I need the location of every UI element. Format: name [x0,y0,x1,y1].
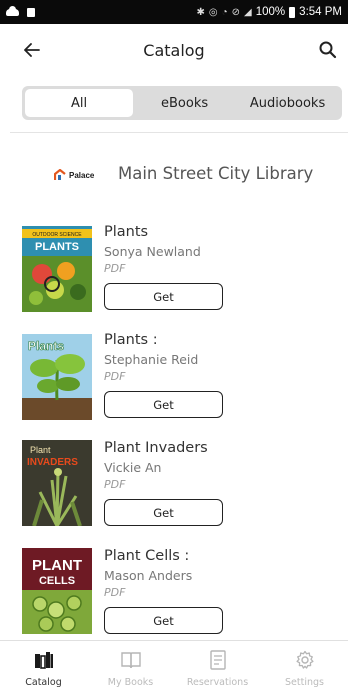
tab-label: Catalog [25,677,62,688]
book-title: Plant Invaders [104,440,208,456]
back-button[interactable] [20,38,44,62]
format-filter: All eBooks Audiobooks [22,86,342,120]
battery-icon [289,6,296,18]
svg-text:OUTDOOR SCIENCE: OUTDOOR SCIENCE [32,232,82,238]
palace-logo-icon [54,169,66,180]
shopping-bag-icon [27,7,35,17]
book-author: Mason Anders [104,568,193,583]
svg-text:Plants: Plants [28,339,64,353]
filter-tab-all[interactable]: All [25,89,134,117]
book-cover[interactable]: PLANT CELLS [22,548,92,634]
palace-logo: Palace [54,169,94,181]
filter-tab-ebooks[interactable]: eBooks [133,89,236,117]
battery-percent: 100% [255,6,286,18]
list-item[interactable]: OUTDOOR SCIENCE PLANTS Plants Sonya Newl… [0,222,348,322]
book-icon [120,652,141,669]
filter-tab-audiobooks[interactable]: Audiobooks [236,89,339,117]
book-cover[interactable]: Plants [22,334,92,420]
list-item[interactable]: Plants Plants : Stephanie Reid PDF Get [0,330,348,430]
book-format: PDF [104,586,126,599]
svg-text:PLANT: PLANT [32,557,82,574]
book-author: Sonya Newland [104,244,201,259]
no-sim-icon: ⊘ [231,6,241,18]
book-cover-art: Plants [22,334,92,420]
catalog-icon [34,652,53,669]
page-title: Catalog [143,40,205,60]
book-format: PDF [104,262,126,275]
book-format: PDF [104,370,126,383]
wifi-icon: ◔ [221,6,228,18]
list-item[interactable]: Plant INVADERS Plant Invaders Vickie An … [0,438,348,538]
alarm-icon: ◎ [208,6,218,18]
tab-label: Settings [285,677,324,688]
library-name: Main Street City Library [118,164,314,183]
book-cover-art: OUTDOOR SCIENCE PLANTS [22,226,92,312]
svg-text:Plant: Plant [30,445,51,455]
tab-label: My Books [107,677,154,688]
book-author: Stephanie Reid [104,352,199,367]
signal-icon: ◢ [244,6,252,18]
reservations-icon [209,650,226,670]
bluetooth-icon: ✱ [196,6,205,18]
arrow-left-icon [24,43,40,57]
get-button[interactable]: Get [104,391,223,418]
palace-logo-text: Palace [69,170,95,180]
status-time: 3:54 PM [299,6,342,18]
search-button[interactable] [316,38,340,62]
list-item[interactable]: PLANT CELLS Plant Cells : Mason Anders P… [0,546,348,646]
get-button[interactable]: Get [104,607,223,634]
book-cover-art: Plant INVADERS [22,440,92,526]
book-cover[interactable]: Plant INVADERS [22,440,92,526]
svg-text:PLANTS: PLANTS [35,241,79,253]
tab-my-books[interactable]: My Books [87,641,174,696]
book-format: PDF [104,478,126,491]
library-header: Palace Main Street City Library [0,158,348,194]
divider [10,132,348,133]
book-cover-art: PLANT CELLS [22,548,92,634]
book-title: Plant Cells : [104,548,190,564]
get-button[interactable]: Get [104,283,223,310]
get-button[interactable]: Get [104,499,223,526]
svg-text:INVADERS: INVADERS [27,457,78,468]
search-icon [319,41,337,59]
book-cover[interactable]: OUTDOOR SCIENCE PLANTS [22,226,92,312]
book-title: Plants [104,224,149,240]
status-bar: ✱ ◎ ◔ ⊘ ◢ 100% 3:54 PM [0,0,348,24]
tab-reservations[interactable]: Reservations [174,641,261,696]
cloud-icon [6,5,19,16]
book-author: Vickie An [104,460,162,475]
gear-icon [295,650,314,669]
tab-catalog[interactable]: Catalog [0,641,87,696]
tab-label: Reservations [186,677,249,688]
tab-settings[interactable]: Settings [261,641,348,696]
book-title: Plants : [104,332,158,348]
app-bar: Catalog [0,24,348,76]
bottom-tab-bar: Catalog My Books Reservations Settings [0,640,348,696]
svg-text:CELLS: CELLS [39,575,75,587]
